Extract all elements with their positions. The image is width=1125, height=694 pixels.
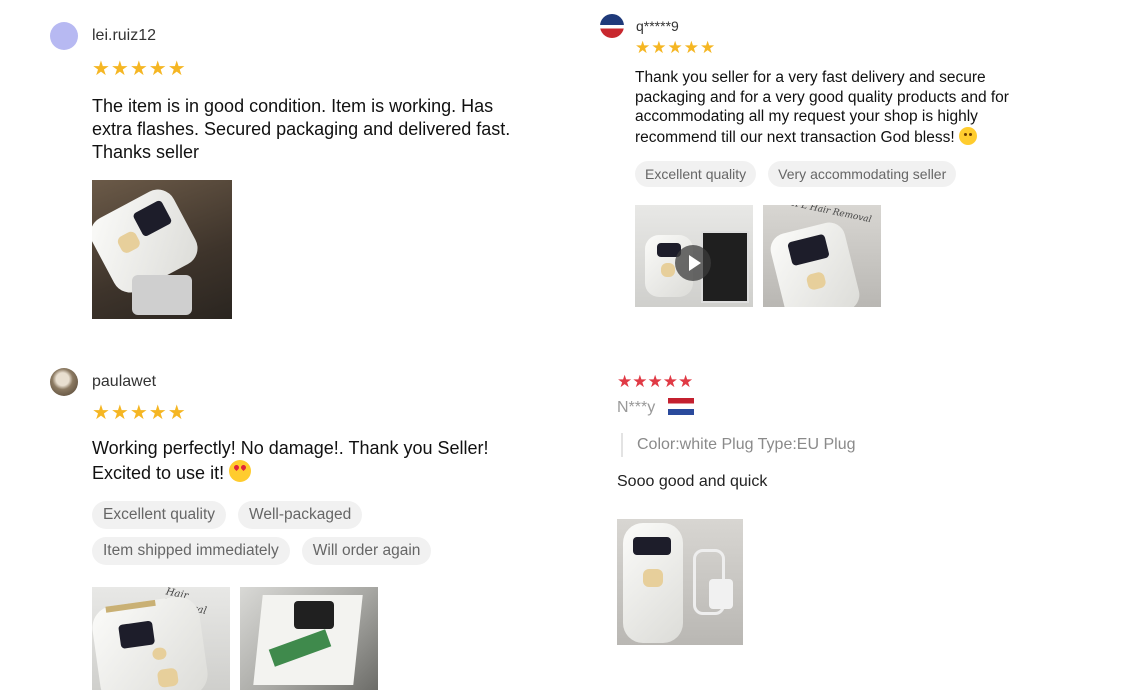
review-photos: Hair Removal — [92, 587, 520, 690]
username[interactable]: q*****9 — [636, 18, 679, 34]
review-photo[interactable]: IPL Hair Removal — [763, 205, 881, 307]
avatar[interactable] — [50, 368, 78, 396]
tag-chip[interactable]: Excellent quality — [635, 161, 757, 187]
review-photo[interactable] — [240, 587, 378, 690]
star-rating: ★★★★★ — [635, 38, 717, 57]
review-tags: Excellent quality Very accommodating sel… — [635, 161, 1020, 187]
tag-chip[interactable]: Excellent quality — [92, 501, 227, 529]
review-photo[interactable] — [617, 519, 743, 645]
review-text: Sooo good and quick — [617, 473, 768, 490]
review-text-content: Thank you seller for a very fast deliver… — [635, 69, 1009, 146]
review-card: lei.ruiz12 ★★★★★ The item is in good con… — [50, 22, 520, 319]
review-photo[interactable] — [92, 180, 232, 319]
avatar[interactable] — [600, 14, 624, 38]
review-photos: IPL Hair Removal — [635, 205, 1020, 307]
review-tags: Excellent quality Well-packaged Item shi… — [92, 501, 492, 565]
review-text: Thank you seller for a very fast deliver… — [635, 68, 1010, 147]
review-photo[interactable]: Hair Removal — [92, 587, 230, 690]
review-text: Working perfectly! No damage!. Thank you… — [92, 437, 512, 485]
play-icon[interactable] — [675, 245, 711, 281]
username[interactable]: N***y — [617, 399, 655, 416]
review-header: q*****9 — [600, 14, 1020, 38]
heart-eyes-emoji-icon — [229, 460, 252, 482]
star-rating: ★★★★★ — [92, 58, 187, 80]
review-header: lei.ruiz12 — [50, 22, 520, 50]
netherlands-flag-icon — [667, 398, 694, 415]
username[interactable]: paulawet — [92, 373, 156, 391]
review-photos — [92, 180, 520, 319]
variation-info: Color:white Plug Type:EU Plug — [621, 433, 1037, 457]
star-rating: ★★★★★ — [617, 372, 694, 391]
avatar[interactable] — [50, 22, 78, 50]
review-text-content: Working perfectly! No damage!. Thank you… — [92, 438, 489, 483]
review-header: N***y — [617, 398, 1037, 417]
smile-emoji-icon — [958, 126, 977, 145]
tag-chip[interactable]: Very accommodating seller — [768, 161, 957, 187]
review-text: The item is in good condition. Item is w… — [92, 96, 511, 162]
review-video-thumbnail[interactable] — [635, 205, 753, 307]
star-rating: ★★★★★ — [92, 402, 187, 424]
review-card: ★★★★★ N***y Color:white Plug Type:EU Plu… — [617, 372, 1037, 645]
tag-chip[interactable]: Will order again — [301, 537, 432, 565]
username[interactable]: lei.ruiz12 — [92, 27, 156, 45]
review-card: q*****9 ★★★★★ Thank you seller for a ver… — [600, 14, 1020, 307]
tag-chip[interactable]: Item shipped immediately — [92, 537, 290, 565]
review-header: paulawet — [50, 368, 520, 396]
review-card: paulawet ★★★★★ Working perfectly! No dam… — [50, 368, 520, 690]
review-photos — [617, 519, 1037, 645]
tag-chip[interactable]: Well-packaged — [238, 501, 363, 529]
